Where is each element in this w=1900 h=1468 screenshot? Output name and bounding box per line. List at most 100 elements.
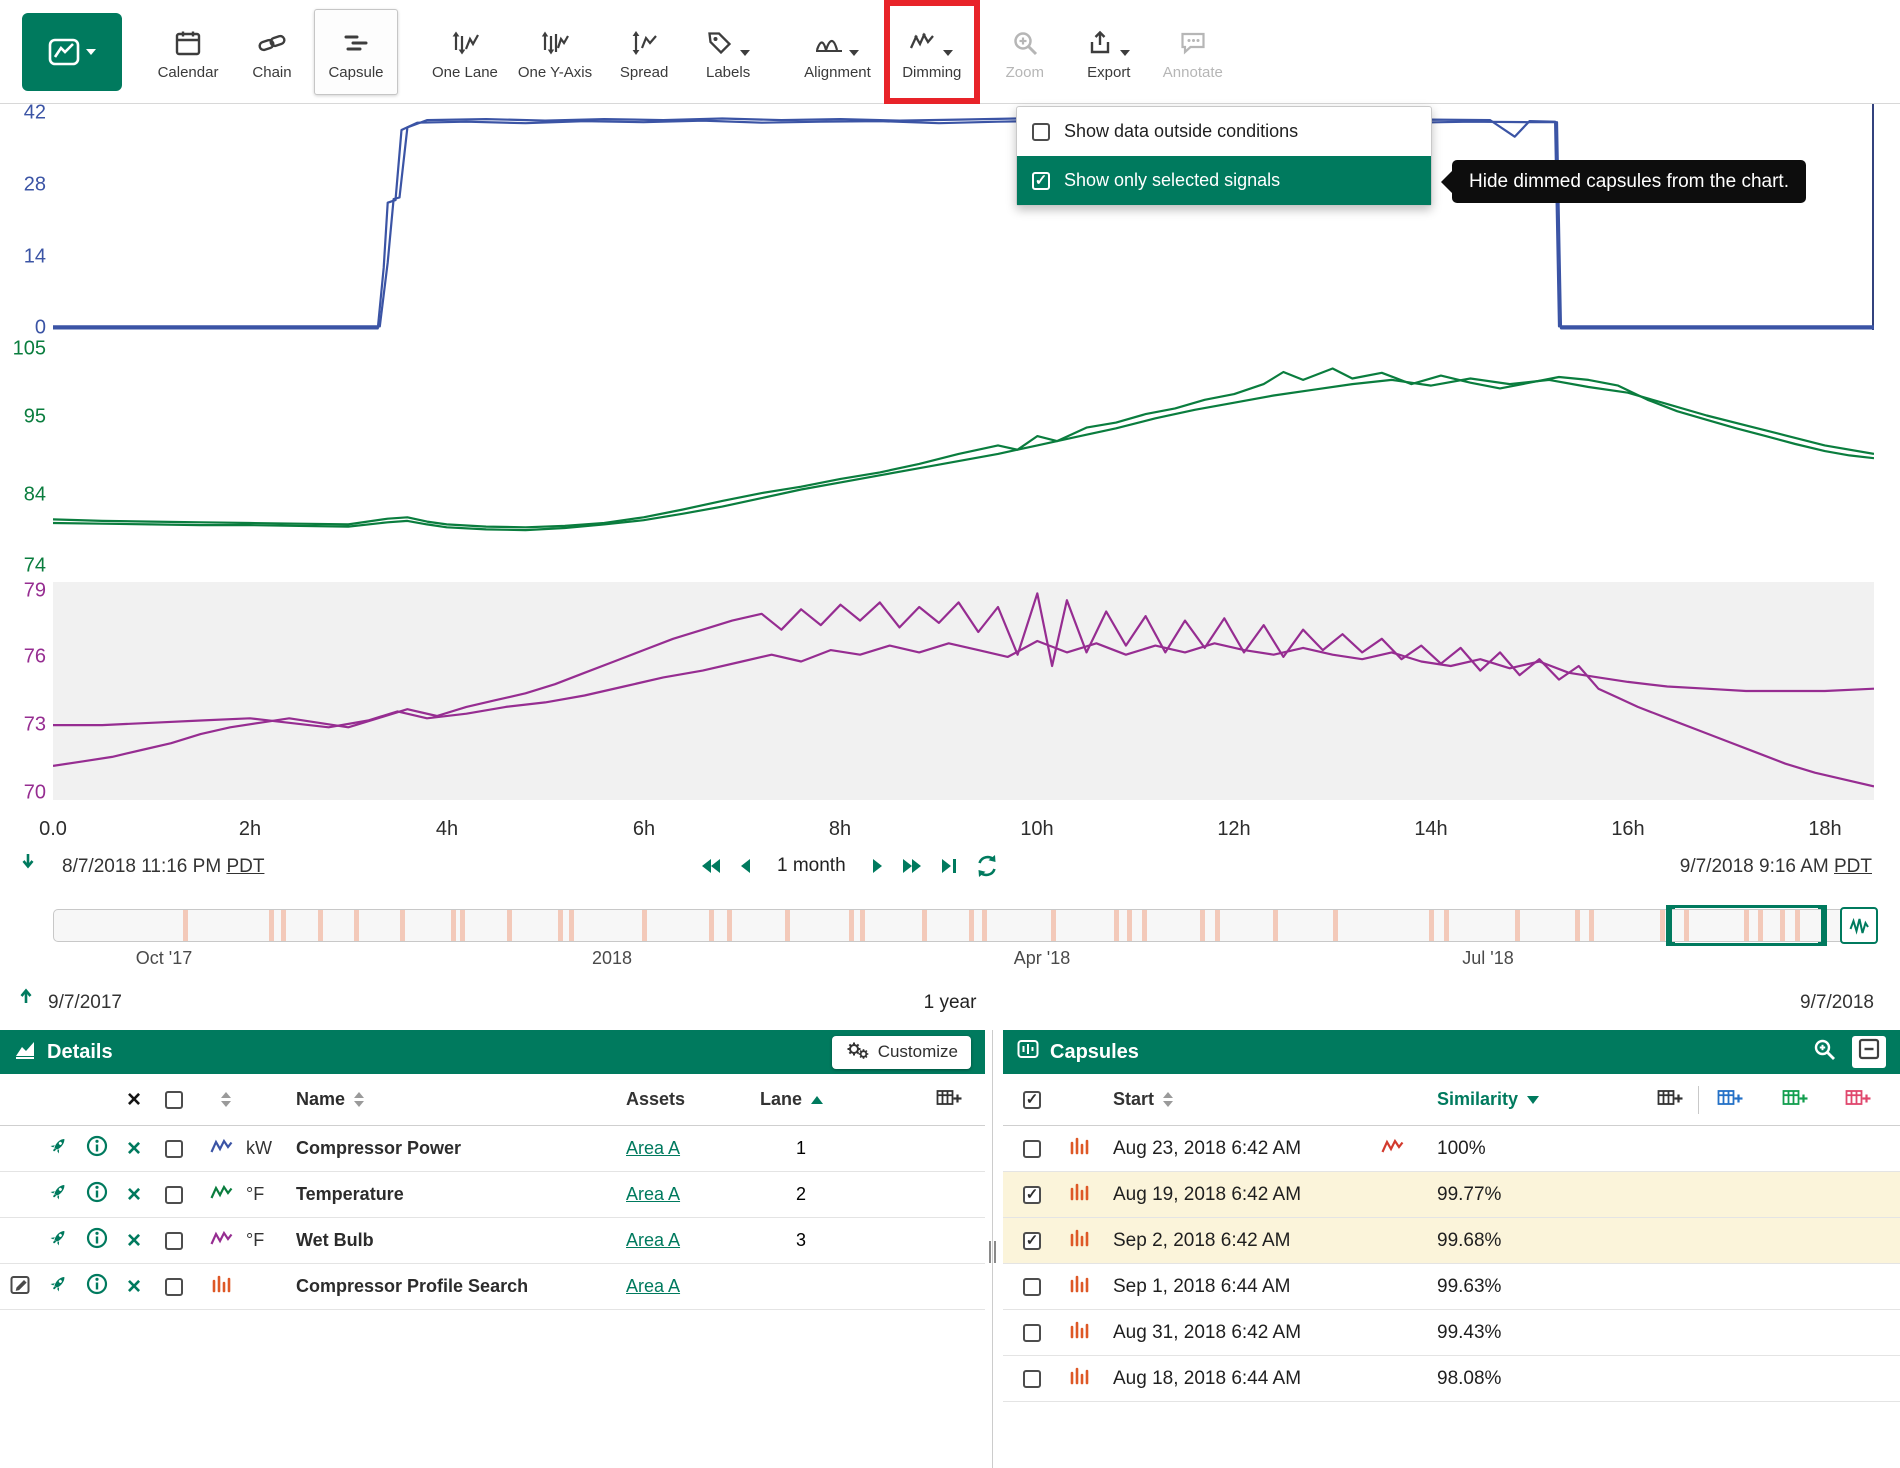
capsule-checkbox[interactable] [1023,1278,1041,1296]
rocket-icon[interactable] [47,1227,69,1254]
row-checkbox[interactable] [165,1232,183,1250]
rocket-icon[interactable] [47,1181,69,1208]
capsules-panel-title: Capsules [1050,1041,1139,1064]
unit-label: °F [246,1184,296,1205]
details-row[interactable]: ×kWCompressor PowerArea A1 [0,1126,985,1172]
investigate-timebar[interactable] [53,909,1874,942]
refresh-icon[interactable] [974,853,1000,879]
add-column-icon[interactable] [936,1087,963,1113]
toolbar-one-y-axis-button[interactable]: One Y-Axis [508,6,602,98]
remove-icon[interactable]: × [127,1137,141,1161]
add-column-blue-icon[interactable] [1717,1087,1744,1113]
checkbox-unchecked-icon[interactable] [1032,123,1050,141]
toolbar-workbook-button[interactable] [22,13,122,91]
zoom-to-capsule-icon[interactable] [1813,1038,1836,1067]
details-row[interactable]: ×°FWet BulbArea A3 [0,1218,985,1264]
add-column-icon[interactable] [1657,1087,1684,1113]
timezone-link[interactable]: PDT [226,856,264,877]
details-row[interactable]: ×Compressor Profile SearchArea A [0,1264,985,1310]
toolbar-capsule-button[interactable]: Capsule [314,9,398,95]
timezone-link[interactable]: PDT [1834,856,1872,877]
asset-link[interactable]: Area A [626,1276,680,1296]
capsule-row[interactable]: Sep 2, 2018 6:42 AM99.68% [1003,1218,1900,1264]
column-assets[interactable]: Assets [626,1089,756,1110]
capsule-checkbox[interactable] [1023,1186,1041,1204]
info-icon[interactable] [86,1273,108,1300]
column-lane[interactable]: Lane [760,1089,802,1110]
asset-link[interactable]: Area A [626,1184,680,1204]
display-range-selector[interactable] [1669,905,1824,946]
step-forward-icon[interactable] [871,857,884,875]
capsule-row[interactable]: Sep 1, 2018 6:44 AM99.63% [1003,1264,1900,1310]
row-checkbox[interactable] [165,1186,183,1204]
remove-icon[interactable]: × [127,1229,141,1253]
toolbar-one-lane-button[interactable]: One Lane [422,6,508,98]
rocket-icon[interactable] [47,1135,69,1162]
asset-link[interactable]: Area A [626,1230,680,1250]
remove-all-icon[interactable]: × [127,1088,141,1112]
rocket-icon[interactable] [47,1273,69,1300]
range-duration[interactable]: 1 month [777,855,846,877]
toolbar-dimming-button[interactable]: Dimming [890,6,974,98]
panel-resize-handle[interactable] [985,1238,999,1266]
info-icon[interactable] [86,1227,108,1254]
similarity-value: 100% [1437,1138,1657,1160]
sort-type-icon[interactable] [221,1092,231,1107]
details-row[interactable]: ×°FTemperatureArea A2 [0,1172,985,1218]
info-icon[interactable] [86,1135,108,1162]
investigate-range-duration[interactable]: 1 year [924,992,977,1014]
customize-button[interactable]: Customize [832,1036,971,1069]
step-back-fast-icon[interactable] [700,857,722,875]
trend-lane-temperature[interactable] [53,340,1874,570]
capsule-checkbox[interactable] [1023,1140,1041,1158]
trend-lane-wet-bulb[interactable] [53,582,1874,800]
capsule-row[interactable]: Aug 18, 2018 6:44 AM98.08% [1003,1356,1900,1402]
details-panel: Details Customize × Name Assets Lane ×kW… [0,1030,985,1468]
add-column-red-icon[interactable] [1845,1087,1872,1113]
sort-desc-icon [1527,1096,1539,1104]
select-all-checkbox[interactable] [165,1091,183,1109]
capsule-row[interactable]: Aug 31, 2018 6:42 AM99.43% [1003,1310,1900,1356]
checkbox-checked-icon[interactable] [1032,172,1050,190]
step-forward-fast-icon[interactable] [901,857,923,875]
toolbar-chain-button[interactable]: Chain [230,6,314,98]
step-back-icon[interactable] [739,857,752,875]
remove-icon[interactable]: × [127,1183,141,1207]
select-all-capsules-checkbox[interactable] [1023,1091,1041,1109]
capsule-checkbox[interactable] [1023,1232,1041,1250]
column-similarity[interactable]: Similarity [1437,1089,1518,1110]
row-checkbox[interactable] [165,1140,183,1158]
column-name[interactable]: Name [296,1089,345,1110]
toolbar-alignment-button[interactable]: Alignment [794,6,881,98]
toolbar-labels-button[interactable]: Labels [686,6,770,98]
timebar-capsule-view-button[interactable] [1840,907,1878,944]
capsule-row[interactable]: Aug 23, 2018 6:42 AM100% [1003,1126,1900,1172]
column-start[interactable]: Start [1113,1089,1154,1110]
y-axis-tick: 74 [0,555,46,578]
capsule-mark [1215,910,1220,941]
sort-name-icon[interactable] [354,1092,364,1107]
capsule-row[interactable]: Aug 19, 2018 6:42 AM99.77% [1003,1172,1900,1218]
toolbar-export-button[interactable]: Export [1067,6,1151,98]
collapse-capsules-button[interactable] [1852,1036,1886,1068]
capsule-checkbox[interactable] [1023,1370,1041,1388]
remove-icon[interactable]: × [127,1275,141,1299]
selector-left-handle[interactable] [1666,905,1675,946]
selector-right-handle[interactable] [1818,905,1827,946]
step-to-end-icon[interactable] [940,857,957,875]
y-axis-tick: 28 [0,174,46,197]
row-checkbox[interactable] [165,1278,183,1296]
toolbar-calendar-button[interactable]: Calendar [146,6,230,98]
menu-item-show-data-outside-conditions[interactable]: Show data outside conditions [1017,107,1431,156]
asset-link[interactable]: Area A [626,1138,680,1158]
add-column-green-icon[interactable] [1782,1087,1809,1113]
details-panel-title: Details [47,1041,113,1064]
dimming-icon [909,23,954,57]
menu-item-show-only-selected-signals[interactable]: Show only selected signals [1017,156,1431,205]
capsule-checkbox[interactable] [1023,1324,1041,1342]
edit-icon[interactable] [10,1273,32,1301]
info-icon[interactable] [86,1181,108,1208]
toolbar-spread-button[interactable]: Spread [602,6,686,98]
sort-start-icon[interactable] [1163,1092,1173,1107]
trend-lane-compressor-power[interactable] [53,104,1874,330]
